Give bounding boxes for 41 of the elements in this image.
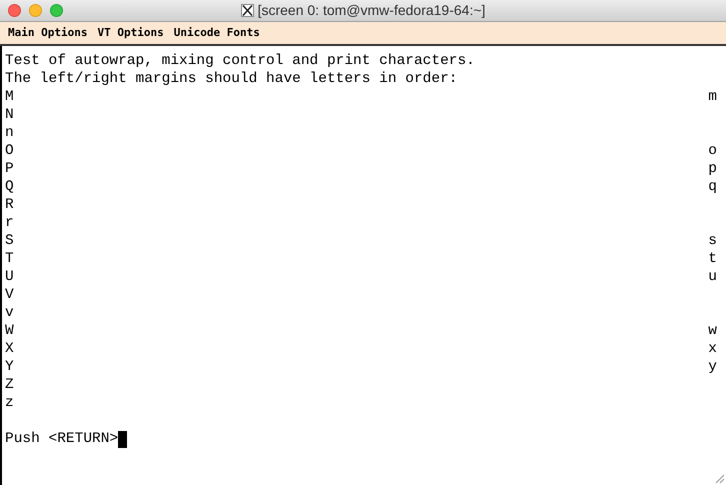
menu-item[interactable]: VT Options xyxy=(97,24,164,42)
right-margin-letter: p xyxy=(708,160,717,178)
left-margin-letter: X xyxy=(5,340,14,358)
text-cursor xyxy=(118,430,128,448)
right-margin-letter: u xyxy=(708,268,717,286)
left-margin-letter: U xyxy=(5,268,14,286)
left-margin-letter: M xyxy=(5,88,14,106)
right-margin-letter: x xyxy=(708,340,717,358)
right-margin-letter: m xyxy=(708,88,717,106)
x-logo-icon xyxy=(240,4,254,17)
left-margin-letter: R xyxy=(5,196,14,214)
right-margin-letter: w xyxy=(708,322,717,340)
left-margin-letter: T xyxy=(5,250,14,268)
right-margin-letter: o xyxy=(708,142,717,160)
right-margin-letter: y xyxy=(708,358,717,376)
left-margin-letter: P xyxy=(5,160,14,178)
menu-item[interactable]: Main Options xyxy=(8,24,88,42)
close-button[interactable] xyxy=(8,4,21,17)
left-margin-letter: O xyxy=(5,142,14,160)
terminal-line: The left/right margins should have letters in order: xyxy=(5,70,458,88)
prompt-text: Push <RETURN> xyxy=(5,430,118,448)
minimize-button[interactable] xyxy=(29,4,42,17)
left-margin-letter: Q xyxy=(5,178,14,196)
left-margin-letter: N xyxy=(5,106,14,124)
left-margin-letter: r xyxy=(5,214,14,232)
left-margin-letter: S xyxy=(5,232,14,250)
resize-grip-icon xyxy=(713,472,725,484)
left-margin-letter: W xyxy=(5,322,14,340)
zoom-button[interactable] xyxy=(50,4,63,17)
left-margin-letter: V xyxy=(5,286,14,304)
left-margin-letter: z xyxy=(5,394,14,412)
left-margin-letter: v xyxy=(5,304,14,322)
window-title: [screen 0: tom@vmw-fedora19-64:~] xyxy=(258,1,486,20)
menu-item[interactable]: Unicode Fonts xyxy=(174,24,260,42)
right-margin-letter: q xyxy=(708,178,717,196)
left-margin-letter: n xyxy=(5,124,14,142)
right-margin-letter: s xyxy=(708,232,717,250)
left-margin-letter: Y xyxy=(5,358,14,376)
left-margin-letter: Z xyxy=(5,376,14,394)
right-margin-letter: t xyxy=(708,250,717,268)
terminal-line: Test of autowrap, mixing control and print characters. xyxy=(5,52,475,70)
